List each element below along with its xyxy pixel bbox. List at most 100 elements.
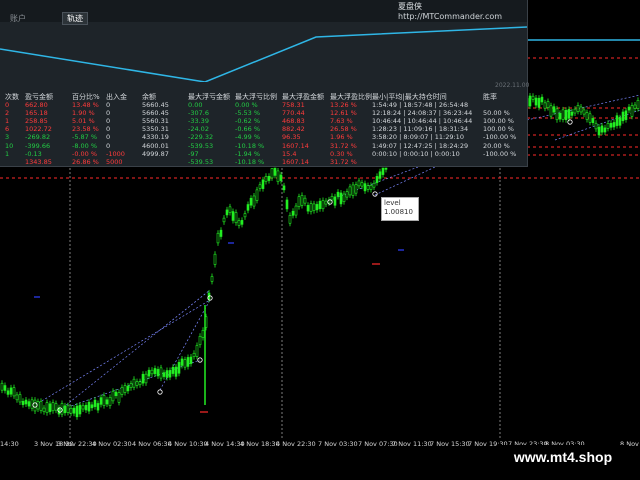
table-cell: 5000 — [106, 157, 123, 166]
candle-body — [78, 404, 82, 415]
table-cell: 23.58 % — [72, 125, 99, 134]
table-cell: 12.61 % — [330, 109, 357, 118]
candle-body — [570, 111, 574, 116]
candle-body — [597, 126, 601, 136]
table-cell: 0.00 — [188, 101, 203, 109]
candle-body — [258, 184, 262, 189]
table-cell: -307.6 — [188, 109, 209, 118]
candle-body — [252, 195, 256, 207]
table-cell: 5560.31 — [142, 117, 169, 126]
candle-body — [129, 383, 133, 389]
candle-body — [312, 203, 316, 211]
candle-body — [12, 387, 16, 397]
level-tooltip: level 1.00810 — [381, 197, 419, 221]
x-tick: 14:30 — [0, 440, 19, 448]
candle-body — [153, 368, 157, 375]
candle-body — [45, 402, 49, 413]
table-cell: -24.02 — [188, 125, 209, 134]
candle-body — [633, 104, 637, 109]
candle-body — [384, 167, 388, 170]
candle-body — [345, 191, 349, 198]
table-cell: 1343.85 — [25, 157, 52, 166]
table-cell: -1.94 % — [235, 149, 261, 158]
candle-body — [561, 109, 565, 120]
candle-body — [165, 370, 169, 378]
candle-body — [636, 100, 640, 109]
candle-body — [276, 170, 280, 182]
candle-body — [324, 200, 328, 205]
table-cell: 3:58:20 | 8:09:07 | 11:29:10 — [372, 133, 464, 142]
candle-body — [6, 390, 10, 395]
candle-body — [549, 105, 553, 117]
candle-body — [240, 220, 244, 225]
table-cell: 12:18:24 | 24:08:37 | 36:23:44 — [372, 109, 473, 118]
candle-body — [291, 210, 295, 216]
table-cell: 4999.87 — [142, 149, 169, 158]
candle-body — [234, 212, 238, 224]
table-cell: -10.18 % — [235, 157, 265, 166]
table-cell: 96.35 — [282, 133, 301, 142]
candle-body — [588, 113, 592, 123]
table-cell: -399.66 — [25, 141, 51, 150]
candle-body — [255, 189, 259, 201]
candle-body — [381, 167, 385, 175]
candle-body — [606, 123, 610, 129]
table-cell: -5.87 % — [72, 133, 98, 142]
candle-body — [285, 199, 289, 210]
candle-body — [564, 109, 568, 121]
table-cell: 26.58 % — [330, 125, 357, 134]
candle-body — [348, 186, 352, 196]
table-cell: 31.72 % — [330, 141, 357, 150]
candle-body — [333, 196, 337, 206]
table-cell: 0.00 % — [235, 101, 258, 109]
candle-body — [309, 203, 313, 212]
candle-body — [33, 399, 37, 412]
candle-body — [51, 402, 55, 412]
table-cell: 1:49:07 | 12:47:25 | 18:24:29 — [372, 141, 469, 150]
candle-body — [93, 399, 97, 407]
table-cell: 1 — [5, 117, 10, 126]
table-cell: -10.18 % — [235, 141, 265, 150]
candle-body — [318, 200, 322, 210]
candle-body — [603, 127, 607, 133]
candle-body — [579, 106, 583, 113]
table-cell: 165.18 — [25, 109, 48, 118]
candle-body — [63, 405, 67, 414]
table-cell: 1:54:49 | 18:57:48 | 26:54:48 — [372, 101, 469, 109]
candle-body — [558, 113, 562, 120]
table-cell: 0 — [106, 133, 111, 142]
candle-body — [315, 204, 319, 211]
table-cell: -8.00 % — [72, 141, 98, 150]
candle-body — [228, 206, 232, 213]
candle-body — [555, 108, 559, 121]
candle-body — [360, 182, 364, 187]
candle-body — [270, 168, 274, 179]
candle-body — [105, 399, 109, 405]
candle-body — [180, 358, 184, 366]
table-cell: 0 — [106, 109, 111, 118]
table-cell: -100.00 % — [483, 133, 517, 142]
candle-body — [210, 276, 214, 282]
table-cell: 5660.45 — [142, 109, 169, 118]
candle-body — [87, 401, 91, 412]
candle-body — [543, 102, 547, 109]
candle-body — [297, 196, 301, 207]
table-cell: 1607.14 — [282, 157, 309, 166]
candle-body — [189, 356, 193, 364]
candle-body — [108, 397, 112, 406]
table-cell: 0.30 % — [330, 149, 353, 158]
candle-body — [279, 174, 283, 181]
site-watermark: www.mt4.shop — [498, 445, 628, 469]
candle-body — [18, 394, 22, 403]
table-cell: -97 — [188, 149, 199, 158]
candle-body — [342, 193, 346, 202]
table-cell: -229.32 — [188, 133, 214, 142]
candle-body — [282, 185, 286, 191]
x-tick: 4 Nov 22:30 — [276, 440, 316, 448]
table-cell: 0:00:10 | 0:00:10 | 0:00:10 — [372, 149, 460, 158]
candle-body — [582, 109, 586, 115]
brand-url[interactable]: http://MTCommander.com — [398, 12, 502, 21]
candle-body — [576, 105, 580, 112]
candle-body — [528, 95, 532, 107]
table-cell: 20.00 % — [483, 141, 510, 150]
